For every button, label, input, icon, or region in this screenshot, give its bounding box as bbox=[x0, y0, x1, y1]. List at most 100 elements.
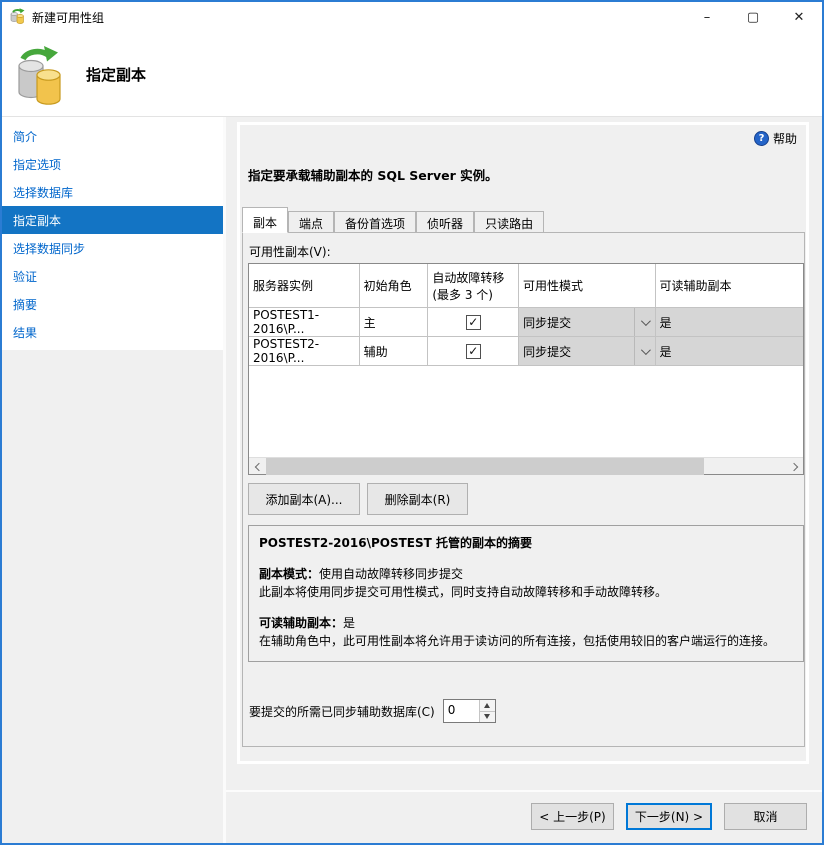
page-title: 指定副本 bbox=[86, 66, 147, 84]
summary-readable-value: 是 bbox=[343, 616, 356, 631]
sidebar-item-label: 简介 bbox=[13, 129, 38, 144]
column-header-readable-secondary: 可读辅助副本 bbox=[659, 279, 732, 293]
sidebar-item-data-synchronization[interactable]: 选择数据同步 bbox=[2, 234, 223, 262]
sidebar-item-label: 验证 bbox=[13, 269, 38, 284]
help-link[interactable]: ? 帮助 bbox=[753, 130, 797, 147]
cell-server-instance: POSTEST1-2016\P... bbox=[249, 308, 360, 336]
sidebar-item-specify-options[interactable]: 指定选项 bbox=[2, 150, 223, 178]
scrollbar-thumb[interactable] bbox=[266, 458, 704, 475]
wizard-step-list: 简介 指定选项 选择数据库 指定副本 选择数据同步 验证 摘要 结果 bbox=[2, 117, 223, 350]
minimize-button[interactable]: – bbox=[684, 2, 730, 32]
help-icon: ? bbox=[753, 131, 769, 146]
tab-readonly-routing[interactable]: 只读路由 bbox=[474, 211, 545, 232]
cell-availability-mode: 同步提交 bbox=[519, 337, 656, 365]
sidebar-item-label: 指定副本 bbox=[13, 213, 62, 228]
cell-initial-role: 主 bbox=[360, 308, 429, 336]
tab-label: 端点 bbox=[299, 217, 324, 231]
wizard-main-area: ? 帮助 指定要承载辅助副本的 SQL Server 实例。 副本 端点 备份首… bbox=[226, 117, 822, 843]
column-header-server-instance: 服务器实例 bbox=[249, 264, 360, 307]
tab-endpoints[interactable]: 端点 bbox=[288, 211, 335, 232]
scroll-right-icon[interactable] bbox=[786, 458, 803, 475]
stepper-value: 0 bbox=[447, 703, 456, 717]
dropdown-value: 同步提交 bbox=[523, 344, 572, 359]
tab-listener[interactable]: 侦听器 bbox=[416, 211, 475, 232]
content-panel: ? 帮助 指定要承载辅助副本的 SQL Server 实例。 副本 端点 备份首… bbox=[237, 122, 809, 764]
sidebar-item-select-databases[interactable]: 选择数据库 bbox=[2, 178, 223, 206]
sidebar-item-specify-replicas[interactable]: 指定副本 bbox=[2, 206, 223, 234]
tab-label: 只读路由 bbox=[485, 217, 534, 231]
cancel-button[interactable]: 取消 bbox=[724, 803, 807, 830]
tab-strip: 副本 端点 备份首选项 侦听器 只读路由 bbox=[242, 205, 545, 233]
close-button[interactable]: ✕ bbox=[776, 2, 822, 32]
column-header-initial-role: 初始角色 bbox=[360, 264, 429, 307]
previous-button[interactable]: < 上一步(P) bbox=[531, 803, 614, 830]
grid-empty-area bbox=[249, 366, 803, 457]
availability-group-icon bbox=[10, 7, 26, 27]
sidebar-item-label: 指定选项 bbox=[13, 157, 62, 172]
cell-readable-secondary[interactable]: 是 bbox=[655, 337, 804, 365]
sidebar-item-summary[interactable]: 摘要 bbox=[2, 290, 223, 318]
help-label: 帮助 bbox=[772, 132, 797, 146]
commit-label: 要提交的所需已同步辅助数据库(C) bbox=[249, 704, 435, 719]
sidebar-item-label: 选择数据库 bbox=[13, 185, 74, 200]
check-icon: ✓ bbox=[468, 344, 479, 358]
summary-readable-block: 可读辅助副本：是 在辅助角色中，此可用性副本将允许用于读访问的所有连接，包括使用… bbox=[259, 615, 793, 650]
title-bar: 新建可用性组 – ▢ ✕ bbox=[2, 2, 822, 32]
remove-replica-button[interactable]: 删除副本(R) bbox=[367, 483, 468, 515]
readable-value: 是 bbox=[659, 344, 672, 359]
maximize-icon: ▢ bbox=[746, 9, 760, 25]
stepper-down-icon[interactable] bbox=[479, 711, 495, 722]
horizontal-scrollbar[interactable] bbox=[249, 457, 803, 475]
cell-initial-role: 辅助 bbox=[360, 337, 429, 365]
footer-divider bbox=[226, 790, 822, 792]
replica-row-1: POSTEST1-2016\P... 主 ✓ 同步提交 是 bbox=[249, 308, 804, 337]
replica-summary-box: POSTEST2-2016\POSTEST 托管的副本的摘要 副本模式：使用自动… bbox=[248, 525, 804, 662]
availability-mode-dropdown[interactable]: 同步提交 bbox=[519, 337, 654, 365]
next-button[interactable]: 下一步(N) > bbox=[626, 803, 712, 830]
cell-automatic-failover: ✓ bbox=[428, 337, 520, 365]
sidebar-item-label: 选择数据同步 bbox=[13, 241, 86, 256]
column-header-availability-mode: 可用性模式 bbox=[519, 264, 656, 307]
stepper-up-icon[interactable] bbox=[479, 700, 495, 712]
availability-mode-dropdown[interactable]: 同步提交 bbox=[519, 308, 654, 336]
replicas-grid: 服务器实例 初始角色 自动故障转移(最多 3 个) 可用性模式 可读辅助副本 P… bbox=[248, 263, 804, 475]
summary-mode-block: 副本模式：使用自动故障转移同步提交 此副本将使用同步提交可用性模式，同时支持自动… bbox=[259, 566, 793, 601]
summary-mode-label: 副本模式： bbox=[259, 567, 320, 582]
replica-databases-icon bbox=[15, 44, 65, 109]
sidebar-item-introduction[interactable]: 简介 bbox=[2, 122, 223, 150]
maximize-button[interactable]: ▢ bbox=[730, 2, 776, 32]
replicas-tab-page: 可用性副本(V): 服务器实例 初始角色 自动故障转移(最多 3 个) 可用性模… bbox=[242, 232, 805, 747]
cell-availability-mode: 同步提交 bbox=[519, 308, 656, 336]
tab-label: 副本 bbox=[253, 216, 278, 230]
commit-row: 要提交的所需已同步辅助数据库(C) 0 bbox=[249, 699, 496, 723]
grid-header-row: 服务器实例 初始角色 自动故障转移(最多 3 个) 可用性模式 可读辅助副本 bbox=[249, 264, 803, 308]
replica-row-2: POSTEST2-2016\P... 辅助 ✓ 同步提交 是 bbox=[249, 337, 804, 366]
check-icon: ✓ bbox=[468, 315, 479, 329]
window-title: 新建可用性组 bbox=[32, 10, 105, 25]
close-icon: ✕ bbox=[793, 9, 805, 25]
synchronized-secondaries-stepper[interactable]: 0 bbox=[442, 699, 496, 723]
dropdown-value: 同步提交 bbox=[523, 315, 572, 330]
scroll-left-icon[interactable] bbox=[249, 458, 266, 475]
wizard-footer: < 上一步(P) 下一步(N) > 取消 bbox=[531, 803, 807, 830]
wizard-header: 指定副本 bbox=[2, 32, 822, 117]
failover-checkbox[interactable]: ✓ bbox=[465, 314, 481, 330]
summary-mode-description: 此副本将使用同步提交可用性模式，同时支持自动故障转移和手动故障转移。 bbox=[259, 584, 668, 599]
add-replica-button[interactable]: 添加副本(A)... bbox=[248, 483, 360, 515]
readable-value: 是 bbox=[659, 315, 672, 330]
tab-label: 备份首选项 bbox=[345, 217, 406, 231]
cell-readable-secondary[interactable]: 是 bbox=[655, 308, 804, 336]
chevron-down-icon bbox=[633, 308, 655, 336]
column-header-automatic-failover: 自动故障转移(最多 3 个) bbox=[428, 264, 520, 307]
sidebar-item-validation[interactable]: 验证 bbox=[2, 262, 223, 290]
summary-mode-value: 使用自动故障转移同步提交 bbox=[319, 567, 464, 582]
tab-replicas[interactable]: 副本 bbox=[242, 207, 289, 233]
sidebar-item-label: 结果 bbox=[13, 325, 38, 340]
instruction-text: 指定要承载辅助副本的 SQL Server 实例。 bbox=[248, 168, 498, 183]
tab-label: 侦听器 bbox=[427, 217, 464, 231]
summary-title: POSTEST2-2016\POSTEST 托管的副本的摘要 bbox=[259, 536, 532, 550]
tab-backup-preferences[interactable]: 备份首选项 bbox=[334, 211, 417, 232]
sidebar-item-results[interactable]: 结果 bbox=[2, 318, 223, 346]
failover-checkbox[interactable]: ✓ bbox=[465, 343, 481, 359]
summary-readable-label: 可读辅助副本： bbox=[259, 616, 344, 631]
